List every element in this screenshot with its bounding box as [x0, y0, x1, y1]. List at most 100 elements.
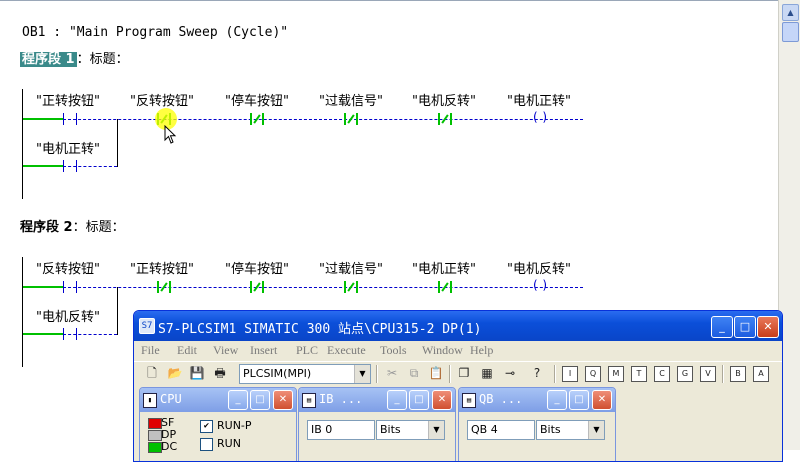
qb-close-button[interactable]: ✕	[592, 390, 612, 410]
minimize-button[interactable]: _	[711, 316, 733, 338]
qb-subwindow: ▤ QB ... _ □ ✕ QB 4 Bits ▼	[458, 387, 616, 461]
menu-bar: File Edit View Insert PLC Execute Tools …	[134, 341, 782, 360]
menu-window[interactable]: Window	[422, 343, 463, 358]
menu-view[interactable]: View	[213, 343, 238, 358]
pin-icon[interactable]: ⊸	[502, 365, 518, 381]
insert-qb-icon[interactable]: Q	[585, 366, 601, 382]
ib-titlebar[interactable]: ▤ IB ... _ □ ✕	[299, 388, 455, 412]
segment-1-contact-3-label: "停车按钮"	[225, 94, 289, 109]
print-icon[interactable]: 🖶	[212, 365, 228, 381]
segment-2-title[interactable]: 程序段 2：标题：	[20, 216, 125, 235]
segment-1-contact-2-label: "反转按钮"	[130, 94, 194, 109]
sf-led	[148, 418, 162, 429]
menu-help[interactable]: Help	[470, 343, 493, 358]
segment-2-contact-1[interactable]	[63, 281, 77, 293]
dc-label: DC	[161, 440, 178, 453]
ib-minimize-button[interactable]: _	[387, 390, 407, 410]
scroll-up-icon[interactable]: ▲	[782, 4, 799, 21]
menu-edit[interactable]: Edit	[177, 343, 197, 358]
segment-1-branch-label: "电机正转"	[36, 142, 100, 157]
run-p-checkbox[interactable]: ✔	[200, 420, 213, 433]
open-icon[interactable]: 📂	[167, 365, 183, 381]
plcsim-title: S7-PLCSIM1 SIMATIC 300 站点\CPU315-2 DP(1)	[158, 322, 482, 337]
scroll-thumb[interactable]	[782, 22, 799, 42]
insert-vb-icon[interactable]: V	[700, 366, 716, 382]
new-icon[interactable]: 🗋	[144, 365, 160, 381]
qb-address-input[interactable]: QB 4	[467, 420, 535, 440]
segment-1-coil[interactable]	[533, 110, 547, 125]
chevron-down-icon[interactable]: ▼	[588, 421, 604, 439]
menu-execute[interactable]: Execute	[327, 343, 366, 358]
cpu-maximize-button[interactable]: □	[250, 390, 270, 410]
insert-gen-icon[interactable]: G	[677, 366, 693, 382]
copy-icon[interactable]: ⧉	[406, 365, 422, 381]
plcsim-app-icon: S7	[139, 318, 155, 334]
segment-1-coil-label: "电机正转"	[507, 94, 571, 109]
segment-2-contact-2[interactable]	[157, 281, 171, 293]
interface-select[interactable]: PLCSIM(MPI) ▼	[239, 364, 371, 384]
tile-icon[interactable]: ▦	[479, 365, 495, 381]
insert-var-icon[interactable]: A	[753, 366, 769, 382]
segment-2-contact-5[interactable]	[438, 281, 452, 293]
qb-title: QB ...	[479, 392, 523, 406]
ib-format-select[interactable]: Bits ▼	[376, 420, 445, 440]
cpu-close-button[interactable]: ✕	[273, 390, 293, 410]
cpu-window-icon: ▮	[143, 393, 157, 408]
qb-minimize-button[interactable]: _	[547, 390, 567, 410]
ib-address-input[interactable]: IB 0	[307, 420, 375, 440]
segment-1-energized-wire	[23, 118, 63, 120]
cpu-minimize-button[interactable]: _	[228, 390, 248, 410]
qb-format-select[interactable]: Bits ▼	[536, 420, 605, 440]
insert-ib-icon[interactable]: I	[562, 366, 578, 382]
segment-1-contact-4-label: "过载信号"	[319, 94, 383, 109]
segment-1-contact-1-label: "正转按钮"	[36, 94, 100, 109]
segment-1-contact-1[interactable]	[63, 113, 77, 125]
segment-2-contact-3-label: "停车按钮"	[225, 262, 289, 277]
help-icon[interactable]: ?	[529, 365, 545, 381]
toolbar-separator	[376, 365, 378, 383]
segment-2-branch-contact[interactable]	[63, 328, 77, 340]
ib-subwindow: ▤ IB ... _ □ ✕ IB 0 Bits ▼	[298, 387, 456, 461]
paste-icon[interactable]: 📋	[428, 365, 444, 381]
segment-1-contact-5[interactable]	[438, 113, 452, 125]
chevron-down-icon[interactable]: ▼	[428, 421, 444, 439]
segment-2-branch-join	[117, 287, 118, 335]
segment-1-contact-3[interactable]	[250, 113, 264, 125]
menu-plc[interactable]: PLC	[296, 343, 318, 358]
plcsim-titlebar[interactable]: S7 S7-PLCSIM1 SIMATIC 300 站点\CPU315-2 DP…	[134, 311, 782, 341]
qb-maximize-button[interactable]: □	[569, 390, 589, 410]
insert-bit-icon[interactable]: B	[730, 366, 746, 382]
ib-close-button[interactable]: ✕	[432, 390, 452, 410]
qb-titlebar[interactable]: ▤ QB ... _ □ ✕	[459, 388, 615, 412]
run-label: RUN	[217, 437, 241, 450]
maximize-button[interactable]: □	[734, 316, 756, 338]
menu-insert[interactable]: Insert	[250, 343, 277, 358]
insert-m-icon[interactable]: M	[608, 366, 624, 382]
menu-tools[interactable]: Tools	[380, 343, 407, 358]
cascade-icon[interactable]: ❐	[456, 365, 472, 381]
segment-1-contact-4[interactable]	[344, 113, 358, 125]
segment-1-main-wire	[63, 119, 583, 120]
cpu-titlebar[interactable]: ▮ CPU _ □ ✕	[140, 388, 296, 412]
insert-t-icon[interactable]: T	[631, 366, 647, 382]
segment-1-power-rail	[22, 89, 23, 199]
run-checkbox[interactable]	[200, 438, 213, 451]
segment-2-coil[interactable]	[533, 278, 547, 293]
mouse-cursor-icon	[164, 125, 177, 144]
ib-maximize-button[interactable]: □	[409, 390, 429, 410]
cut-icon[interactable]: ✂	[384, 365, 400, 381]
segment-1-branch-contact[interactable]	[63, 160, 77, 172]
segment-2-contact-3[interactable]	[250, 281, 264, 293]
block-header: OB1 : "Main Program Sweep (Cycle)"	[22, 25, 289, 40]
insert-c-icon[interactable]: C	[654, 366, 670, 382]
close-button[interactable]: ✕	[757, 316, 779, 338]
ib-window-icon: ▤	[302, 393, 316, 408]
menu-file[interactable]: File	[141, 343, 160, 358]
toolbar-separator	[722, 365, 724, 383]
segment-1-title[interactable]: 程序段 1 ：标题：	[20, 48, 129, 67]
toolbar: 🗋 📂 💾 🖶 PLCSIM(MPI) ▼ ✂ ⧉ 📋 ❐ ▦ ⊸ ? I Q …	[134, 361, 782, 386]
save-icon[interactable]: 💾	[189, 365, 205, 381]
chevron-down-icon[interactable]: ▼	[354, 365, 370, 383]
interface-value: PLCSIM(MPI)	[243, 367, 312, 380]
segment-2-contact-4[interactable]	[344, 281, 358, 293]
